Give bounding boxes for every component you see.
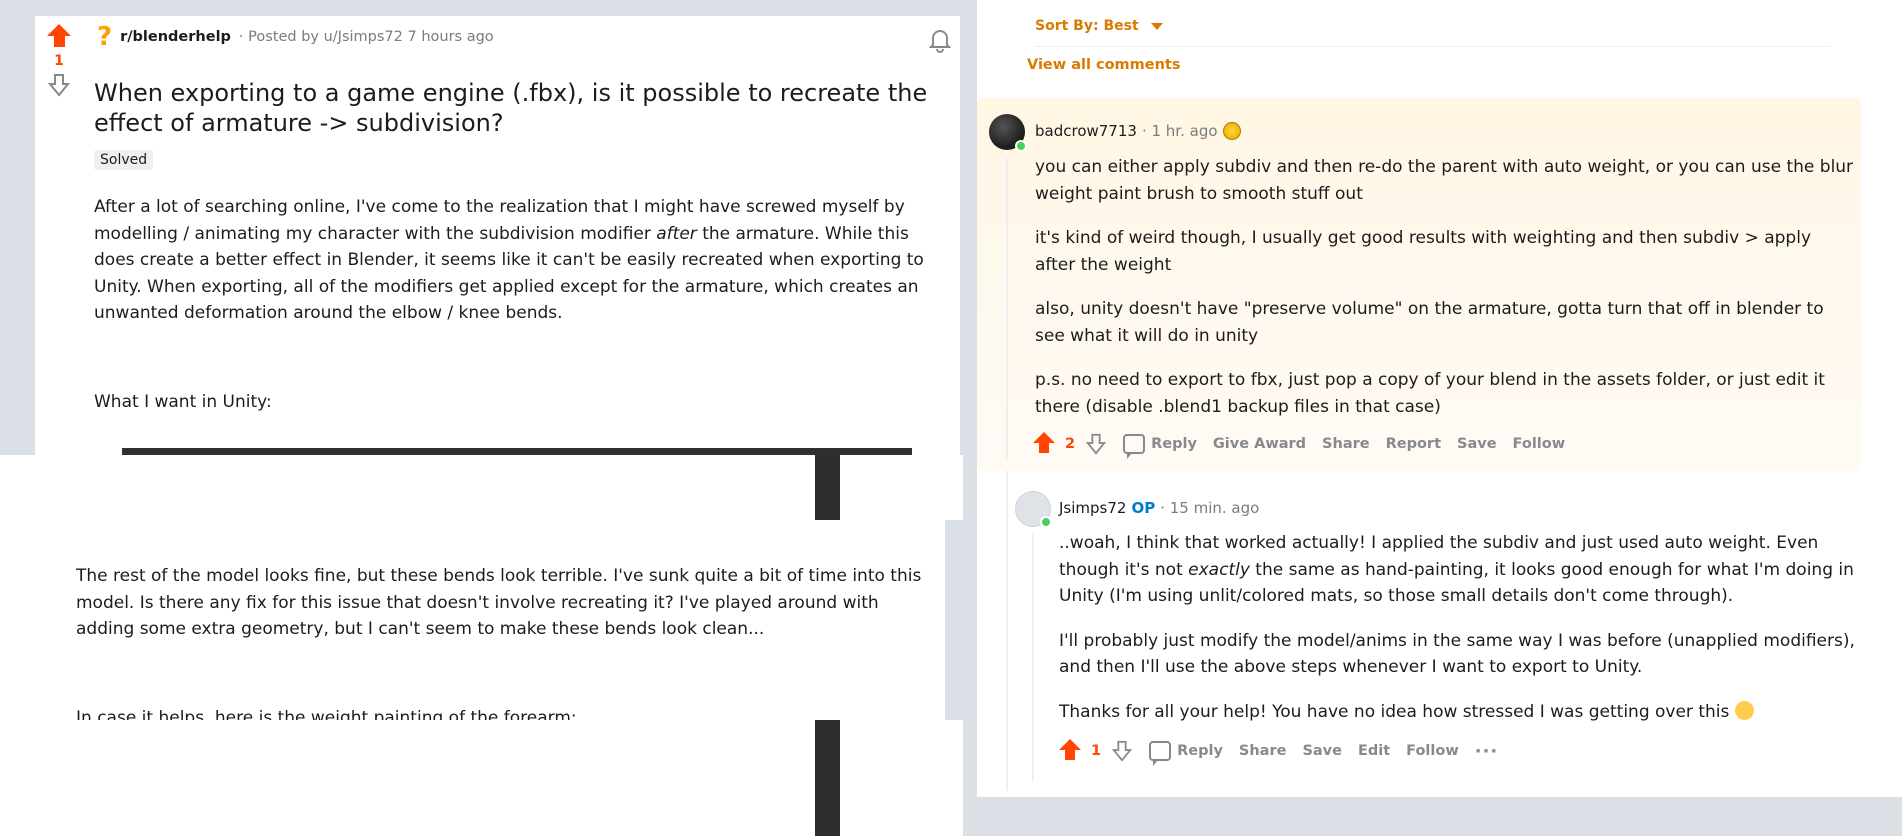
follow-button[interactable]: Follow [1513, 436, 1566, 452]
comment-paragraph: p.s. no need to export to fbx, just pop … [1035, 370, 1825, 417]
comment-vote-count: 2 [1065, 436, 1076, 452]
subreddit-icon[interactable]: ? [97, 24, 112, 50]
comment-actions: 1 Reply Share Save Edit Follow ··· [1059, 739, 1499, 766]
downvote-icon[interactable] [1111, 740, 1133, 762]
upvote-icon[interactable] [1033, 432, 1055, 456]
post-vote-column: 1 [43, 24, 75, 97]
post-paragraph: What I want in Unity: [94, 391, 272, 412]
share-button[interactable]: Share [1322, 436, 1370, 452]
comment-username[interactable]: badcrow7713 [1035, 122, 1137, 140]
edit-button[interactable]: Edit [1358, 743, 1390, 759]
comment-body: ..woah, I think that worked actually! I … [1059, 530, 1859, 743]
reply-button[interactable]: Reply [1149, 741, 1223, 766]
post-card: 1 ? r/blenderhelp · Posted by u/Jsimps72… [35, 16, 960, 455]
post-paragraph: In case it helps, here is the weight pai… [76, 708, 577, 720]
online-status-icon [1040, 516, 1052, 528]
comment-paragraph: I'll probably just modify the model/anim… [1059, 630, 1855, 678]
upvote-icon[interactable] [43, 24, 75, 47]
downvote-icon[interactable] [47, 73, 71, 97]
save-button[interactable]: Save [1302, 743, 1342, 759]
comment-paragraph: it's kind of weird though, I usually get… [1035, 228, 1811, 275]
bell-icon[interactable] [926, 26, 954, 54]
comment-time: · 15 min. ago [1160, 499, 1260, 517]
comment-header: Jsimps72 OP · 15 min. ago [1059, 499, 1259, 517]
chat-icon [1123, 434, 1146, 459]
view-all-comments-link[interactable]: View all comments [1027, 57, 1180, 73]
sort-label: Sort By: Best [1035, 18, 1139, 34]
comment-paragraph: also, unity doesn't have "preserve volum… [1035, 299, 1824, 346]
op-badge: OP [1131, 499, 1156, 517]
comment-actions: 2 Reply Give Award Share Report Save Fol… [1033, 432, 1566, 459]
reply-label: Reply [1151, 436, 1197, 452]
post-title[interactable]: When exporting to a game engine (.fbx), … [94, 78, 954, 138]
caret-down-icon [1150, 22, 1163, 30]
post-vote-count: 1 [54, 53, 64, 69]
post-body: After a lot of searching online, I've co… [94, 194, 934, 455]
award-icon[interactable] [1222, 122, 1241, 140]
comment-body: you can either apply subdiv and then re-… [1035, 154, 1855, 438]
comment-paragraph: ..woah, I think that worked actually! I … [1059, 533, 1854, 606]
comment-vote-count: 1 [1091, 743, 1102, 759]
subreddit-link[interactable]: r/blenderhelp [120, 29, 231, 45]
save-button[interactable]: Save [1457, 436, 1497, 452]
thread-line[interactable] [1006, 158, 1008, 458]
follow-button[interactable]: Follow [1406, 743, 1459, 759]
comment-paragraph: Thanks for all your help! You have no id… [1059, 699, 1859, 726]
sweat-smile-emoji-icon [1734, 700, 1754, 720]
online-status-icon [1015, 140, 1027, 152]
comment-username[interactable]: Jsimps72 [1059, 499, 1126, 517]
comment: badcrow7713 · 1 hr. ago you can either a… [977, 98, 1861, 471]
report-button[interactable]: Report [1386, 436, 1441, 452]
comment-header: badcrow7713 · 1 hr. ago [1035, 122, 1241, 140]
reply-label: Reply [1177, 743, 1223, 759]
post-paragraph: The rest of the model looks fine, but th… [76, 566, 922, 639]
sort-dropdown[interactable]: Sort By: Best [1035, 18, 1163, 34]
comment-time: · 1 hr. ago [1141, 122, 1218, 140]
post-image[interactable] [122, 448, 912, 455]
upvote-icon[interactable] [1059, 739, 1081, 763]
more-options-icon[interactable]: ··· [1475, 741, 1499, 762]
downvote-icon[interactable] [1085, 433, 1107, 455]
thread-line[interactable] [1006, 471, 1008, 791]
post-meta: ? r/blenderhelp · Posted by u/Jsimps72 7… [97, 24, 494, 50]
divider [1035, 46, 1831, 47]
flair-badge[interactable]: Solved [94, 150, 154, 170]
post-paragraph: After a lot of searching online, I've co… [94, 197, 924, 323]
comment-paragraph: you can either apply subdiv and then re-… [1035, 157, 1854, 204]
comment-reply: Jsimps72 OP · 15 min. ago ..woah, I thin… [977, 471, 1861, 797]
comments-panel: Sort By: Best View all comments badcrow7… [977, 0, 1902, 797]
thread-line[interactable] [1032, 533, 1034, 781]
share-button[interactable]: Share [1239, 743, 1287, 759]
reply-button[interactable]: Reply [1123, 434, 1197, 459]
chat-icon [1149, 741, 1172, 766]
post-author-time: · Posted by u/Jsimps72 7 hours ago [238, 29, 494, 45]
give-award-button[interactable]: Give Award [1213, 436, 1306, 452]
